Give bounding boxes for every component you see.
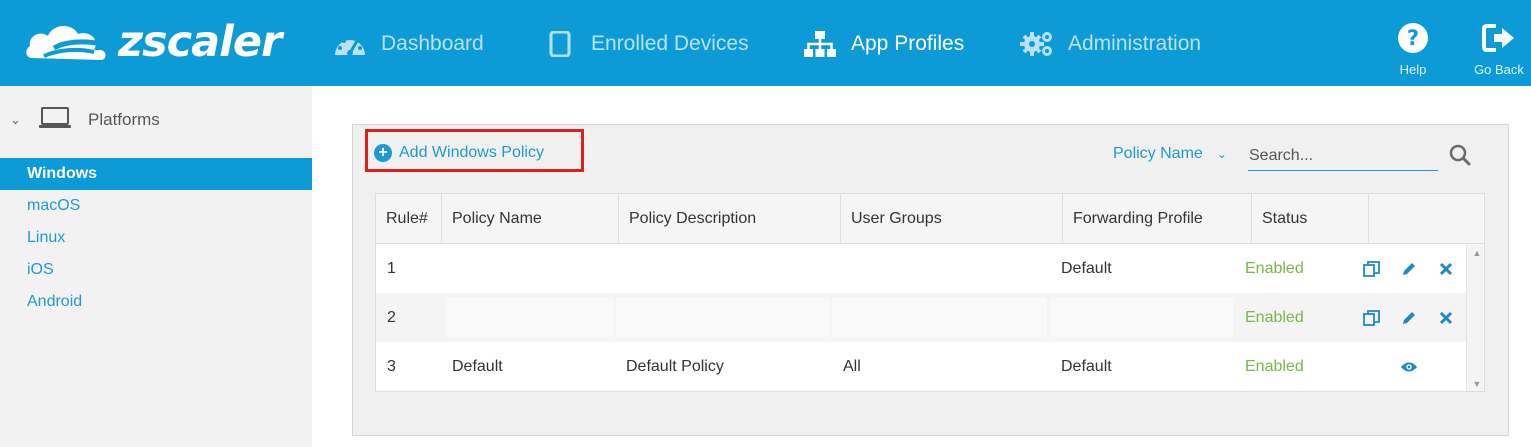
go-back-label: Go Back: [1474, 62, 1524, 77]
status-badge: Enabled: [1245, 308, 1304, 326]
sidebar-item-linux[interactable]: Linux: [0, 222, 312, 254]
policy-table: Rule# Policy Name Policy Description Use…: [375, 193, 1485, 392]
scroll-up-arrow-icon[interactable]: ▲: [1472, 248, 1482, 258]
chevron-down-icon: ⌄: [10, 112, 21, 127]
help-label: Help: [1399, 62, 1427, 77]
nav-administration-label: Administration: [1068, 32, 1202, 55]
sidebar-item-ios[interactable]: iOS: [0, 254, 312, 286]
policy-name: Default: [452, 357, 503, 375]
search-field-select[interactable]: Policy Name ⌄: [1113, 143, 1227, 165]
gears-icon: [1020, 30, 1054, 58]
edit-pencil-icon[interactable]: [1400, 260, 1418, 278]
policy-description: Default Policy: [626, 357, 724, 375]
sidebar-item-macos[interactable]: macOS: [0, 190, 312, 222]
tablet-icon: [543, 30, 577, 58]
table-row: 3 Default Default Policy All Default Ena…: [376, 342, 1466, 391]
zscaler-logo[interactable]: zscaler: [24, 14, 284, 74]
column-header-forwarding-profile[interactable]: Forwarding Profile: [1063, 194, 1252, 244]
nav-app-profiles[interactable]: App Profiles: [803, 28, 964, 60]
rule-number: 1: [387, 259, 396, 277]
platforms-header[interactable]: ⌄ Platforms: [10, 106, 160, 134]
sign-out-icon: [1464, 22, 1531, 54]
svg-text:?: ?: [1407, 26, 1419, 50]
table-scrollbar[interactable]: ▲ ▼: [1466, 244, 1484, 391]
redacted-cell: [1050, 297, 1233, 338]
forwarding-profile: Default: [1061, 357, 1112, 375]
forwarding-profile: Default: [1061, 259, 1112, 277]
sidebar-item-windows[interactable]: Windows: [0, 158, 312, 190]
delete-x-icon[interactable]: [1437, 260, 1455, 278]
redacted-cell: [832, 297, 1047, 338]
nav-dashboard-label: Dashboard: [381, 32, 484, 55]
delete-x-icon[interactable]: [1437, 309, 1455, 327]
search-icon[interactable]: [1449, 144, 1471, 166]
nav-dashboard[interactable]: Dashboard: [333, 28, 484, 60]
chevron-down-icon: ⌄: [1216, 147, 1227, 161]
go-back-button[interactable]: Go Back: [1464, 22, 1531, 77]
column-header-rule[interactable]: Rule#: [376, 194, 442, 244]
column-header-user-groups[interactable]: User Groups: [841, 194, 1063, 244]
sidebar-item-android[interactable]: Android: [0, 286, 312, 318]
help-button[interactable]: ? Help: [1378, 22, 1448, 77]
edit-pencil-icon[interactable]: [1400, 309, 1418, 327]
copy-icon[interactable]: [1363, 260, 1381, 278]
add-windows-policy-button[interactable]: + Add Windows Policy: [374, 141, 544, 165]
user-groups: All: [843, 357, 861, 375]
column-header-status[interactable]: Status: [1252, 194, 1369, 244]
help-question-icon: ?: [1378, 22, 1448, 54]
top-bar: zscaler Dashboard Enrolled Devices App P…: [0, 0, 1531, 86]
plus-circle-icon: +: [374, 144, 392, 162]
rule-number: 2: [387, 308, 396, 326]
add-windows-policy-label: Add Windows Policy: [399, 144, 544, 161]
status-badge: Enabled: [1245, 259, 1304, 277]
platform-sidebar: ⌄ Platforms Windows macOS Linux iOS Andr…: [0, 86, 312, 447]
table-header: Rule# Policy Name Policy Description Use…: [376, 194, 1484, 244]
redacted-cell: [446, 297, 614, 338]
sitemap-icon: [803, 30, 837, 58]
search-field-label: Policy Name: [1113, 145, 1203, 162]
rule-number: 3: [387, 357, 396, 375]
nav-enrolled-devices-label: Enrolled Devices: [591, 32, 749, 55]
table-row: 1 Default Enabled: [376, 244, 1466, 293]
column-header-policy-name[interactable]: Policy Name: [442, 194, 619, 244]
platforms-label: Platforms: [88, 110, 160, 129]
laptop-icon: [38, 106, 72, 135]
search-input[interactable]: [1248, 141, 1438, 171]
cloud-logo-icon: [26, 25, 106, 60]
status-badge: Enabled: [1245, 357, 1304, 375]
logo-wordmark: zscaler: [118, 17, 282, 67]
column-header-actions: [1369, 194, 1484, 244]
table-row: 2 Enabled: [376, 293, 1466, 342]
nav-app-profiles-label: App Profiles: [851, 32, 965, 55]
nav-administration[interactable]: Administration: [1020, 28, 1201, 60]
column-header-policy-description[interactable]: Policy Description: [619, 194, 841, 244]
copy-icon[interactable]: [1363, 309, 1381, 327]
redacted-cell: [616, 297, 830, 338]
view-eye-icon[interactable]: [1400, 358, 1418, 376]
nav-enrolled-devices[interactable]: Enrolled Devices: [543, 28, 749, 60]
scroll-down-arrow-icon[interactable]: ▼: [1472, 379, 1482, 389]
dashboard-gauge-icon: [333, 30, 367, 58]
